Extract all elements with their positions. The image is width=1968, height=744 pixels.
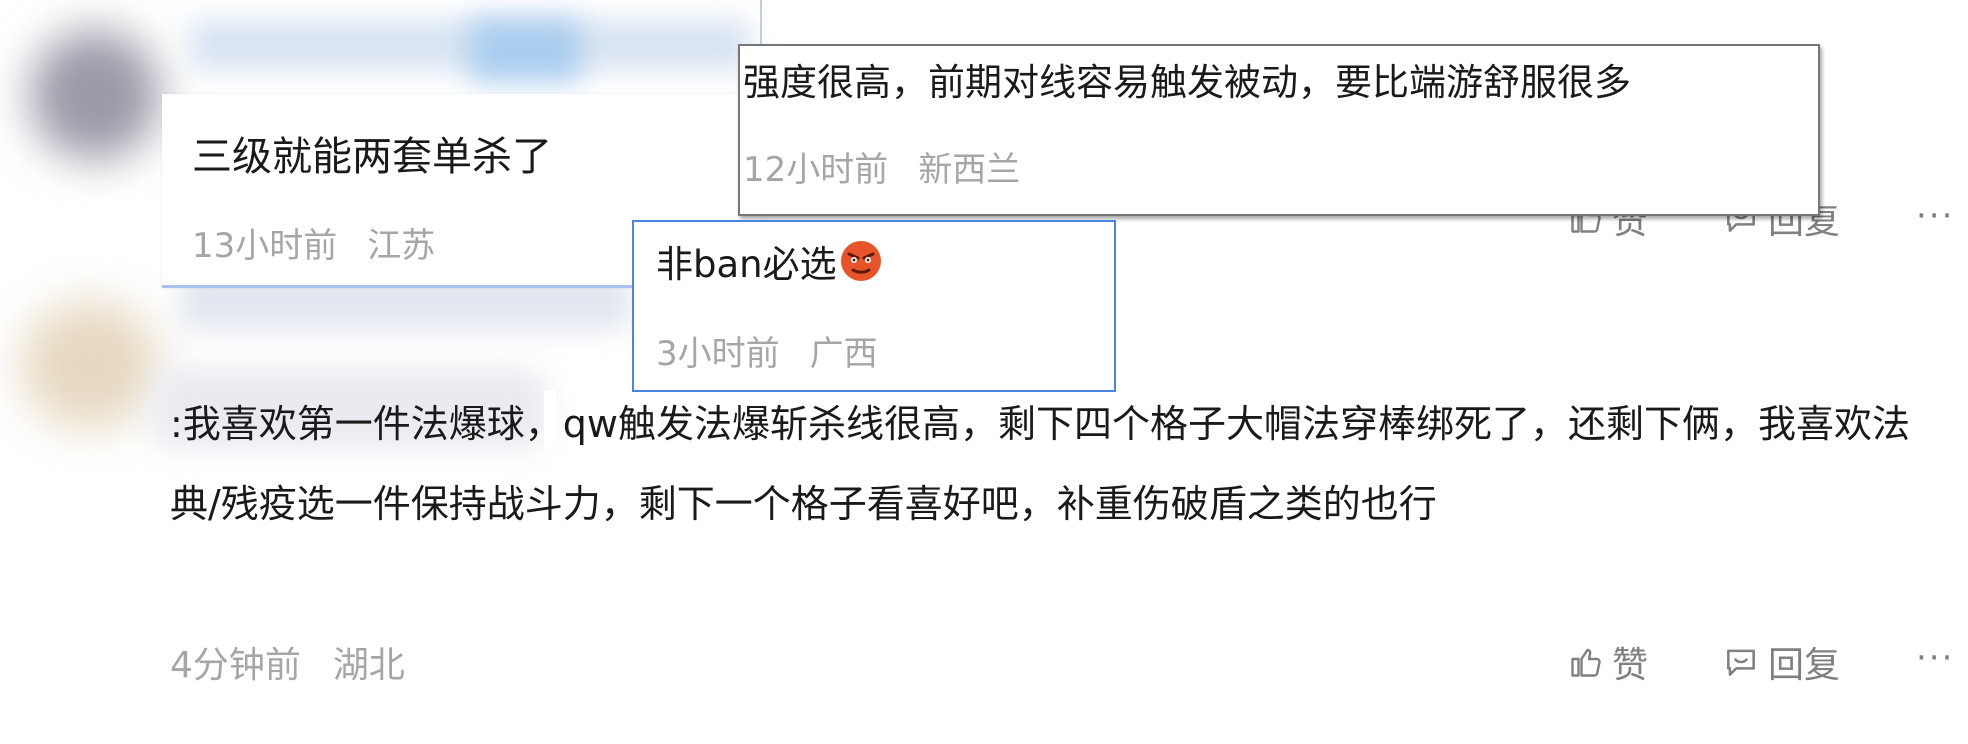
thumb-up-icon <box>1571 648 1601 677</box>
comment-region: 新西兰 <box>918 150 1021 190</box>
comment-region: 广西 <box>809 334 878 374</box>
comment-region: 湖北 <box>332 645 405 686</box>
comment-meta: 12小时前 新西兰 <box>743 142 1020 191</box>
comment-popup-ban: 非ban必选 3小时前 广西 <box>632 220 1116 392</box>
like-label: 赞 <box>1612 645 1649 686</box>
comment-meta: 3小时前 广西 <box>656 326 878 375</box>
comment-region: 江苏 <box>367 226 436 266</box>
comment-time: 4分钟前 <box>170 645 301 686</box>
comment-time: 13小时前 <box>192 226 338 266</box>
more-icon[interactable]: ··· <box>1916 196 1954 236</box>
comment-text: 强度很高，前期对线容易触发被动，要比端游舒服很多 <box>743 61 1631 104</box>
blurred-badge <box>470 20 580 80</box>
comment-popup-level12: 强度很高，前期对线容易触发被动，要比端游舒服很多 12小时前 新西兰 <box>738 44 1820 216</box>
more-icon[interactable]: ··· <box>1916 638 1954 678</box>
comment-text-row: 非ban必选 <box>656 234 883 288</box>
comment-text: 非ban必选 <box>656 243 837 286</box>
main-comment-meta: 4分钟前 湖北 <box>170 636 405 688</box>
reply-button[interactable]: 回复 <box>1722 636 1840 688</box>
comment-time: 12小时前 <box>743 150 889 190</box>
reply-label: 回复 <box>1768 645 1841 686</box>
angry-emoji-icon <box>840 241 881 281</box>
divider-line <box>760 0 762 44</box>
blurred-avatar-2 <box>20 300 160 430</box>
like-button[interactable]: 赞 <box>1568 636 1648 688</box>
blurred-avatar <box>30 30 160 160</box>
comment-text: 三级就能两套单杀了 <box>192 134 552 180</box>
comment-time: 3小时前 <box>656 334 780 374</box>
comment-meta: 13小时前 江苏 <box>192 218 435 267</box>
main-comment-text: :我喜欢第一件法爆球，qw触发法爆斩杀线很高，剩下四个格子大帽法穿棒绑死了，还剩… <box>170 402 1911 526</box>
chat-bubble-icon <box>1727 649 1755 676</box>
